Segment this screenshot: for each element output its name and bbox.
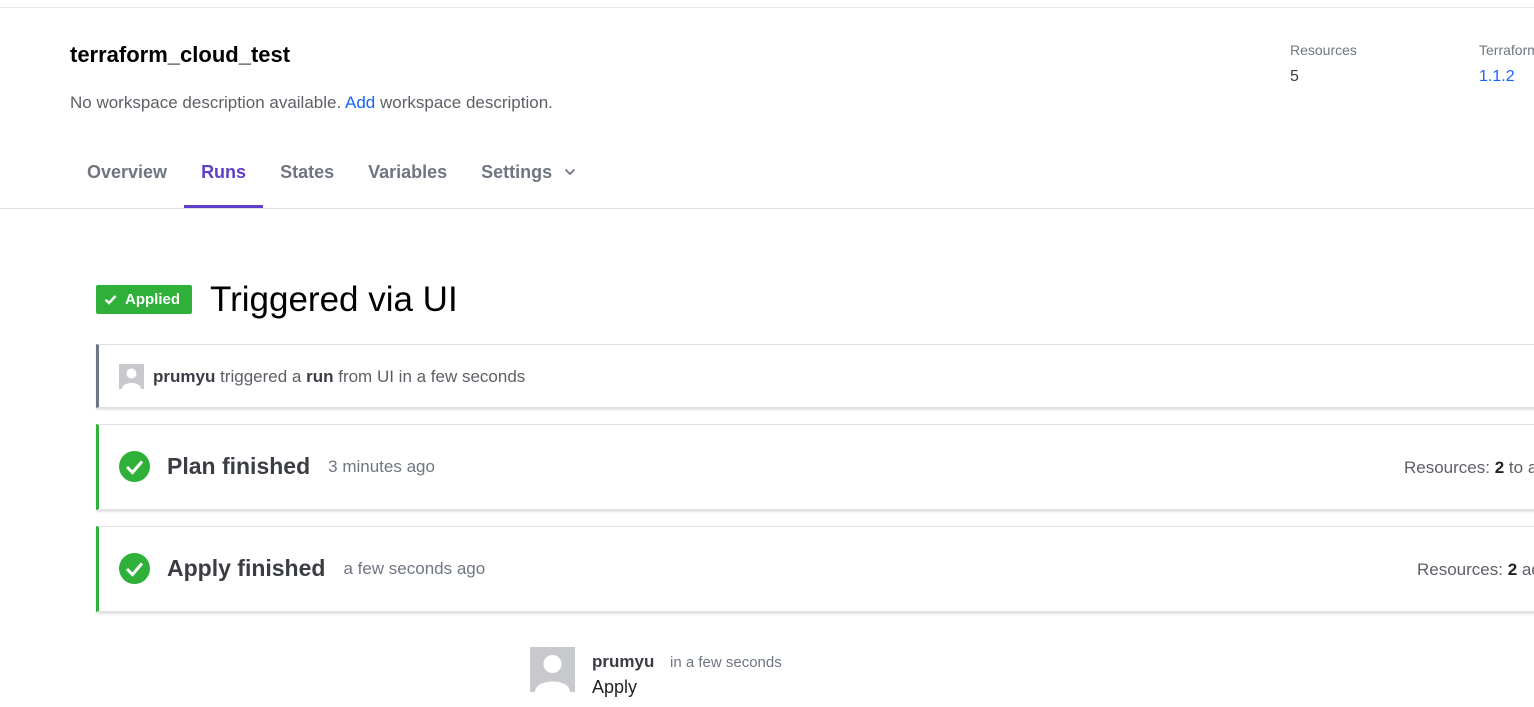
trigger-run-word: run xyxy=(306,366,334,386)
plan-time: 3 minutes ago xyxy=(328,456,435,476)
status-badge: Applied xyxy=(96,285,192,314)
apply-resources-count: 2 xyxy=(1507,560,1518,579)
apply-resources: Resources: 2 added xyxy=(1417,560,1534,579)
workspace-tabs: Overview Runs States Variables Settings xyxy=(70,152,593,208)
check-circle-icon xyxy=(119,553,150,584)
plan-card[interactable]: Plan finished 3 minutes ago Resources: 2… xyxy=(96,424,1534,510)
apply-time: a few seconds ago xyxy=(343,558,486,578)
tab-states[interactable]: States xyxy=(263,152,351,208)
resources-meta: Resources 5 xyxy=(1290,42,1357,86)
workspace-description: No workspace description available. Add … xyxy=(70,93,553,113)
terraform-version-link[interactable]: 1.1.2 xyxy=(1479,68,1534,86)
resources-label: Resources xyxy=(1290,42,1357,58)
chevron-down-icon xyxy=(565,168,576,176)
check-icon xyxy=(104,295,117,305)
description-text: No workspace description available. xyxy=(70,93,342,112)
trigger-source: from UI in a few seconds xyxy=(338,366,526,386)
tab-runs[interactable]: Runs xyxy=(184,152,264,208)
tab-settings[interactable]: Settings xyxy=(464,152,593,208)
resources-count: 5 xyxy=(1290,68,1299,85)
comment-time: in a few seconds xyxy=(670,654,782,671)
tabs-divider xyxy=(0,208,1534,209)
terraform-version-meta: Terraform 1.1.2 xyxy=(1479,42,1534,86)
status-badge-label: Applied xyxy=(125,291,180,308)
tab-variables[interactable]: Variables xyxy=(351,152,464,208)
comment-user: prumyu xyxy=(592,652,655,671)
trigger-text: triggered a xyxy=(220,366,302,386)
apply-card[interactable]: Apply finished a few seconds ago Resourc… xyxy=(96,526,1534,612)
plan-resources-count: 2 xyxy=(1494,458,1505,477)
avatar xyxy=(530,647,575,692)
workspace-title: terraform_cloud_test xyxy=(70,42,291,67)
top-divider xyxy=(0,7,1534,8)
add-description-link[interactable]: Add xyxy=(345,93,375,112)
apply-title: Apply finished xyxy=(167,555,326,581)
run-title: Triggered via UI xyxy=(210,280,458,319)
trigger-card: prumyu triggered a run from UI in a few … xyxy=(96,344,1534,408)
tab-overview[interactable]: Overview xyxy=(70,152,184,208)
plan-title: Plan finished xyxy=(167,453,311,479)
avatar xyxy=(119,364,144,389)
check-circle-icon xyxy=(119,451,150,482)
comment-body: Apply xyxy=(592,677,638,697)
description-suffix: workspace description. xyxy=(379,93,553,112)
terraform-label: Terraform xyxy=(1479,42,1534,58)
trigger-user: prumyu xyxy=(153,366,216,386)
plan-resources: Resources: 2 to add xyxy=(1404,458,1534,477)
